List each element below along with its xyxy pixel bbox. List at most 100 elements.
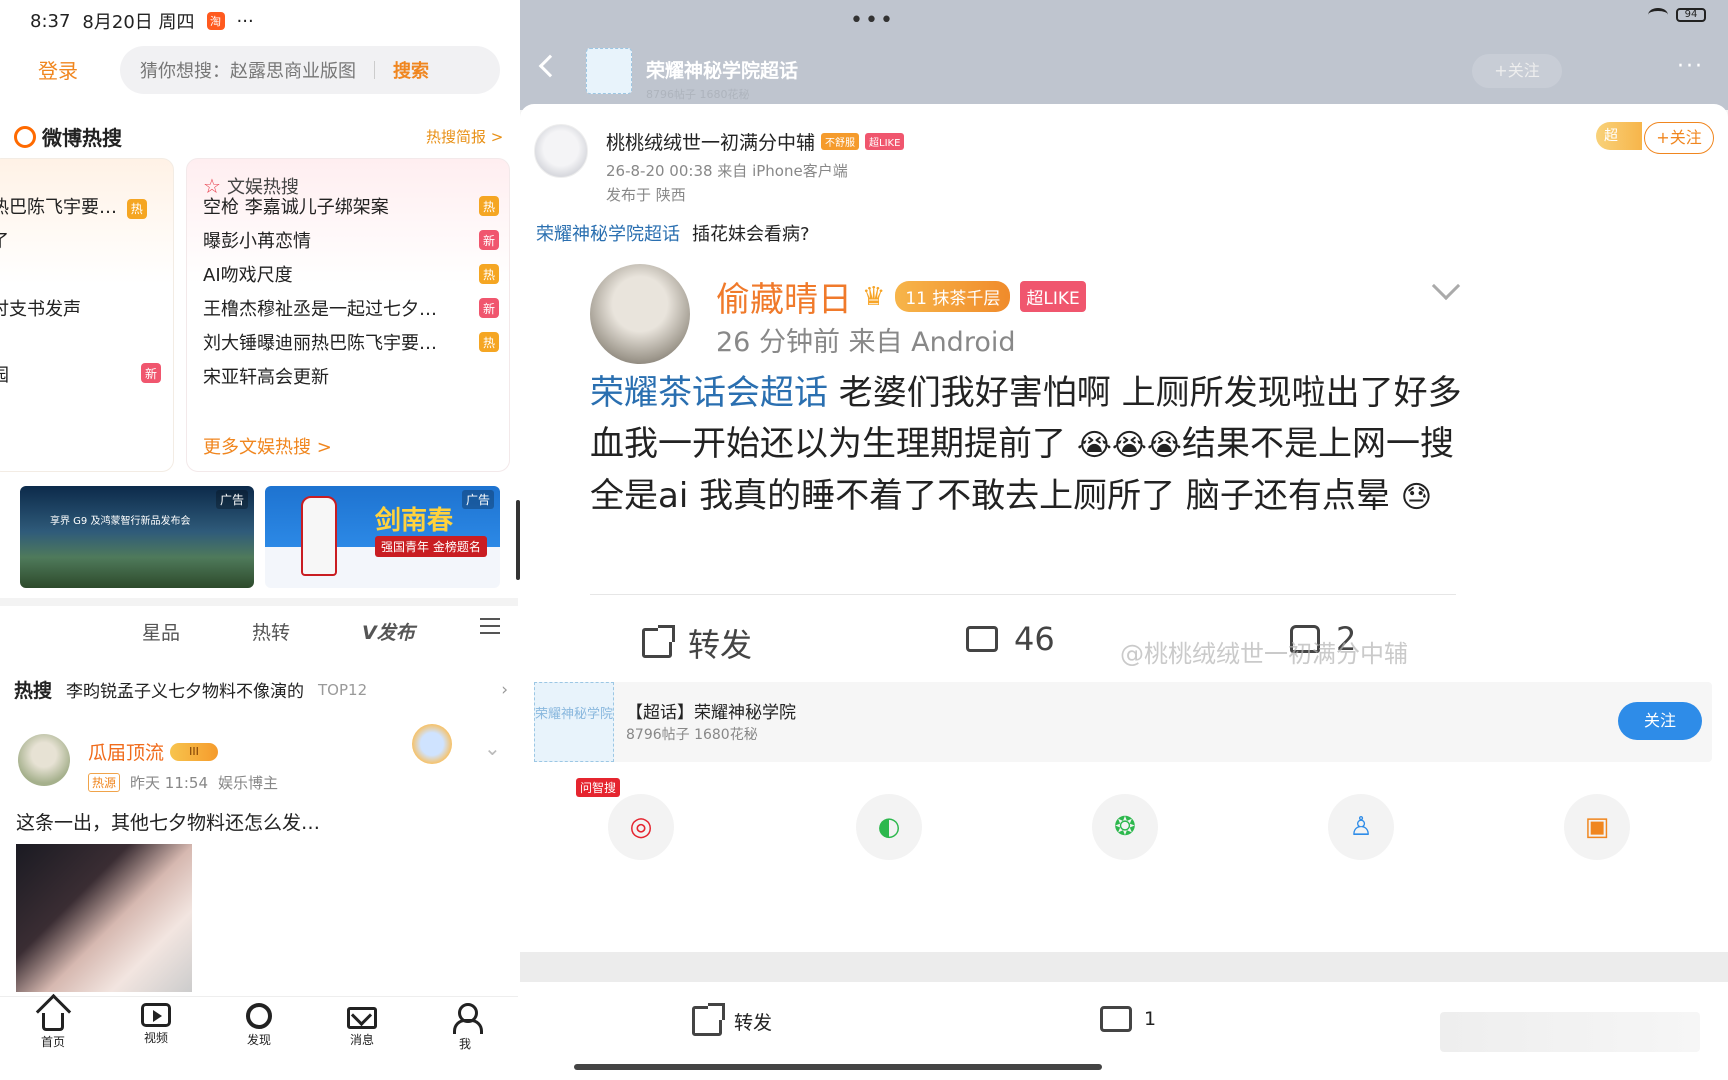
profile-icon	[450, 1003, 483, 1034]
multitask-dots-icon[interactable]: •••	[850, 8, 895, 33]
right-pane: ••• 94 荣耀神秘学院超话 8796帖子 1680花秘 +关注 ··· 桃桃…	[520, 0, 1728, 1080]
supertopic-logo	[586, 48, 632, 94]
hot-row[interactable]: 热巴陈飞宇要… 热	[0, 193, 147, 219]
divider	[590, 594, 1456, 595]
ent-row[interactable]: 宋亚轩高会更新	[203, 363, 499, 389]
hot-row[interactable]: 园新	[0, 361, 161, 387]
wechat-icon[interactable]: ◐	[856, 794, 922, 860]
ad-label: 广告	[215, 490, 248, 509]
hot-row[interactable]: 讨支书发声	[0, 295, 81, 321]
supertopic-follow-button[interactable]: 关注	[1618, 702, 1702, 740]
ent-row[interactable]: 刘大锤曝迪丽热巴陈飞宇要… 热	[203, 329, 499, 355]
bottom-comment-button[interactable]: 1	[1100, 1006, 1156, 1032]
avatar[interactable]	[534, 124, 588, 178]
hot-topic-line[interactable]: 热搜 李昀锐孟子义七夕物料不像演的 TOP12 ›	[14, 676, 508, 703]
search-button[interactable]: 搜索	[393, 57, 429, 83]
hot-brief-link[interactable]: 热搜简报 >	[426, 126, 503, 147]
hot-row[interactable]: 了	[0, 227, 9, 253]
nav-video[interactable]: 视频	[121, 1003, 191, 1046]
taobao-badge-icon: 淘	[206, 12, 225, 30]
hot-search-header[interactable]: 微博热搜	[14, 122, 122, 151]
ad-banner-car[interactable]: 广告 享界 G9 及鸿蒙智行新品发布会	[20, 486, 254, 588]
hot-row-text: 热巴陈飞宇要…	[0, 197, 117, 218]
section-divider	[0, 598, 518, 606]
more-icon[interactable]: ···	[1677, 54, 1704, 79]
ad-banner-liquor[interactable]: 广告 剑南春 强国青年 金榜题名	[265, 486, 500, 588]
ent-row[interactable]: AI吻戏尺度 热	[203, 261, 499, 287]
ent-row[interactable]: 王橹杰穆祉丞是一起过七夕… 新	[203, 295, 499, 321]
hot-search-title: 微博热搜	[42, 126, 122, 150]
section-divider	[520, 952, 1728, 982]
ad-slogan: 强国青年 金榜题名	[375, 536, 487, 557]
original-author[interactable]: 偷藏晴日 ♛ 11 抹茶千层 超LIKE	[716, 272, 1086, 321]
back-arrow-icon[interactable]	[538, 54, 562, 78]
tab-xingpin[interactable]: 星品	[142, 618, 180, 645]
chevron-down-icon[interactable]: ⌄	[484, 736, 501, 760]
header-follow-button[interactable]: +关注	[1472, 54, 1562, 88]
nav-discover[interactable]: 发现	[224, 1003, 294, 1048]
share-button[interactable]: 转发	[642, 620, 752, 666]
avatar[interactable]	[18, 734, 70, 786]
chevron-down-icon[interactable]	[1431, 271, 1461, 301]
supertopic-card-count: 8796帖子 1680花秘	[626, 727, 758, 743]
topic-link[interactable]: 荣耀茶话会超话	[590, 373, 828, 413]
repost-text: 荣耀神秘学院超话 插花妹会看病?	[536, 220, 810, 246]
supertopic-subtitle: 8796帖子 1680花秘	[646, 88, 750, 101]
left-pane: 8:37 8月20日 周四 淘 ··· 登录 猜你想搜：赵露思商业版图 搜索 微…	[0, 0, 518, 1080]
message-icon	[347, 1007, 377, 1029]
save-image-icon[interactable]: ▣	[1564, 794, 1630, 860]
author-meta: 26-8-20 00:38 来自 iPhone客户端	[606, 162, 848, 180]
nav-label: 首页	[40, 1035, 65, 1049]
more-ent-hot-link[interactable]: 更多文娱热搜 >	[203, 433, 332, 459]
hot-tag: 热	[479, 332, 499, 352]
like-badge: 超LIKE	[1020, 281, 1086, 312]
topic-link[interactable]: 荣耀神秘学院超话	[536, 220, 680, 246]
post-text[interactable]: 这条一出，其他七夕物料还怎么发…	[16, 808, 320, 835]
chevron-right-icon: ›	[501, 679, 508, 700]
status-time: 8:37	[30, 10, 71, 32]
watermark: @桃桃绒绒世一初满分中辅	[1120, 640, 1408, 668]
moments-icon[interactable]: ❂	[1092, 794, 1158, 860]
author-line[interactable]: 桃桃绒绒世一初满分中辅 不舒服 超LIKE	[606, 128, 905, 155]
nav-me[interactable]: 我	[430, 1003, 500, 1052]
qq-icon[interactable]: ♙	[1328, 794, 1394, 860]
post-detail-sheet: 桃桃绒绒世一初满分中辅 不舒服 超LIKE 26-8-20 00:38 来自 i…	[520, 104, 1728, 964]
search-bar[interactable]: 猜你想搜：赵露思商业版图 搜索	[120, 46, 500, 94]
hot-topic-rank: TOP12	[318, 680, 368, 699]
author-name: 桃桃绒绒世一初满分中辅	[606, 132, 816, 154]
search-placeholder: 猜你想搜：赵露思商业版图	[140, 61, 356, 82]
follow-button[interactable]: +关注	[1644, 122, 1714, 154]
crying-emoji-icon: 😭😭😭	[1076, 428, 1182, 463]
avatar[interactable]	[590, 264, 690, 364]
source-tag: 热源	[88, 773, 121, 792]
comment-icon	[1100, 1006, 1132, 1032]
wenzhisou-icon[interactable]: ◎	[608, 794, 674, 860]
new-tag: 新	[141, 363, 161, 383]
ad-brand: 剑南春	[375, 506, 454, 536]
author-location: 发布于 陕西	[606, 186, 686, 204]
video-icon	[141, 1003, 171, 1027]
tab-rezhuan[interactable]: 热转	[252, 618, 290, 645]
ent-row[interactable]: 空枪 李嘉诚儿子绑架案 热	[203, 193, 499, 219]
tab-vfabu[interactable]: V发布	[362, 618, 415, 645]
ent-row[interactable]: 曝彭小苒恋情 新	[203, 227, 499, 253]
dizzy-emoji-icon: 😓	[1400, 480, 1432, 515]
post-image[interactable]	[16, 844, 192, 992]
original-text[interactable]: 荣耀茶话会超话 老婆们我好害怕啊 上厕所发现啦出了好多血我一开始还以为生理期提前…	[590, 368, 1470, 523]
ent-row-text: 宋亚轩高会更新	[203, 367, 329, 388]
supertopic-card-name: 【超话】荣耀神秘学院	[626, 703, 796, 723]
login-link[interactable]: 登录	[38, 55, 78, 84]
comment-button[interactable]: 46	[966, 620, 1055, 658]
nav-messages[interactable]: 消息	[327, 1003, 397, 1048]
status-more-icon: ···	[236, 10, 254, 32]
home-icon	[42, 1013, 64, 1031]
home-indicator[interactable]	[574, 1064, 1102, 1070]
supertopic-card[interactable]: 荣耀神秘学院 【超话】荣耀神秘学院 8796帖子 1680花秘 关注	[534, 682, 1712, 762]
ent-row-text: 王橹杰穆祉丞是一起过七夕…	[203, 299, 437, 320]
menu-icon[interactable]	[480, 618, 500, 634]
nav-home[interactable]: 首页	[18, 1003, 88, 1050]
bottom-share-button[interactable]: 转发	[692, 1003, 772, 1036]
post-author-name: 瓜届顶流	[88, 742, 165, 764]
like-badge: 超LIKE	[865, 133, 905, 150]
post-author[interactable]: 瓜届顶流 III	[88, 738, 219, 765]
